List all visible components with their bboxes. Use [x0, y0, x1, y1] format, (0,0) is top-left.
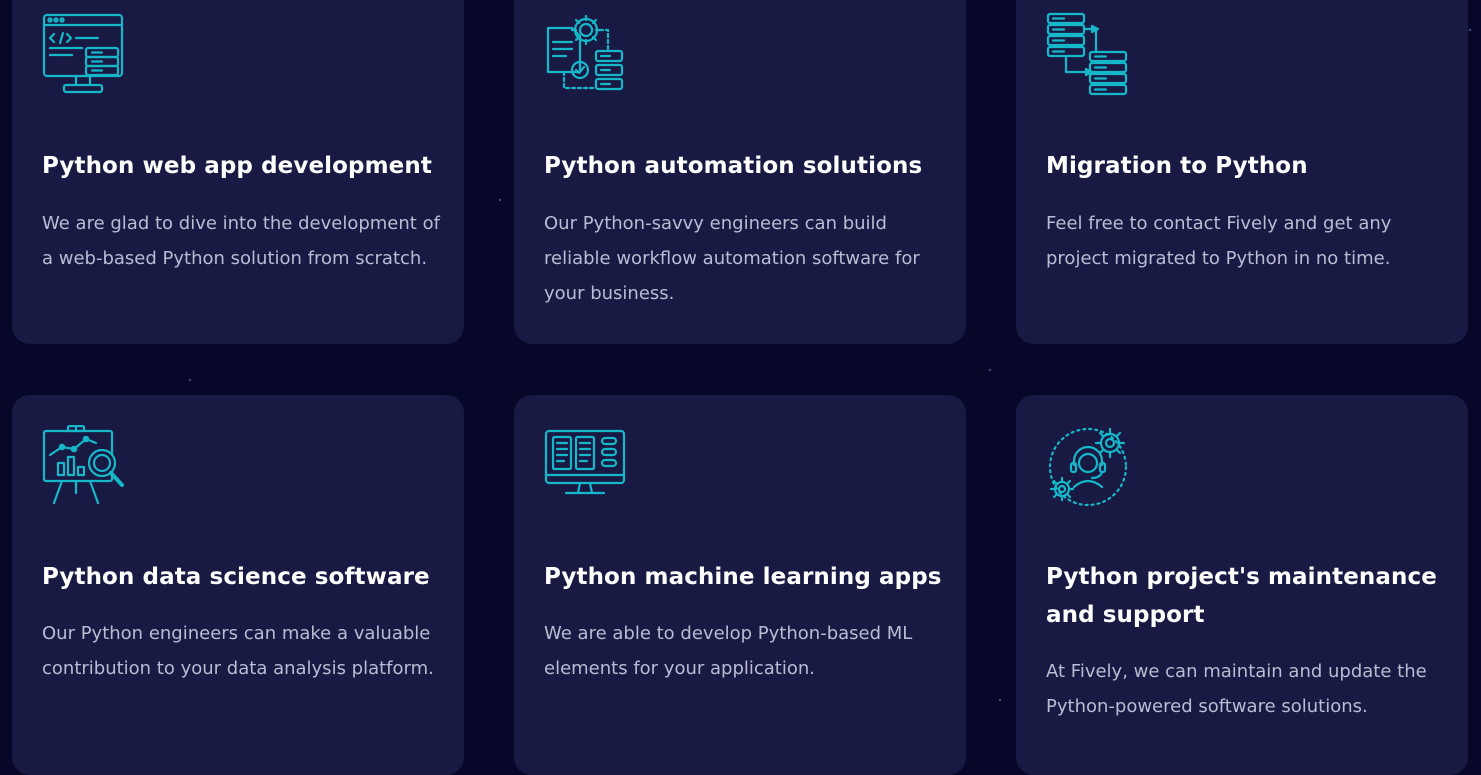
card-title: Python machine learning apps [544, 564, 942, 590]
card-title: Python automation solutions [544, 153, 923, 179]
card-title: Python web app development [42, 153, 432, 179]
automation-gear-document-icon [544, 12, 628, 96]
card-description: Our Python-savvy engineers can build rel… [544, 213, 920, 304]
migration-servers-icon [1046, 12, 1130, 96]
card-title: Migration to Python [1046, 153, 1308, 179]
card-title: Python data science software [42, 564, 430, 590]
service-card-automation: Python automation solutions Our Python-s… [514, 0, 966, 344]
card-description: Our Python engineers can make a valuable… [42, 623, 434, 679]
card-description: We are able to develop Python-based ML e… [544, 623, 913, 679]
service-card-web-app: Python web app development We are glad t… [12, 0, 464, 344]
service-card-maintenance-support: Python project's maintenance and support… [1016, 395, 1468, 775]
card-title: Python project's maintenance and support [1046, 564, 1437, 628]
card-description: Feel free to contact Fively and get any … [1046, 213, 1392, 269]
service-card-data-science: Python data science software Our Python … [12, 395, 464, 775]
data-science-board-icon [42, 425, 126, 509]
machine-learning-monitor-icon [544, 425, 628, 509]
card-description: We are glad to dive into the development… [42, 213, 440, 269]
web-code-server-icon [42, 12, 126, 96]
service-card-machine-learning: Python machine learning apps We are able… [514, 395, 966, 775]
service-card-migration: Migration to Python Feel free to contact… [1016, 0, 1468, 344]
card-description: At Fively, we can maintain and update th… [1046, 661, 1427, 717]
support-headset-gears-icon [1046, 425, 1130, 509]
